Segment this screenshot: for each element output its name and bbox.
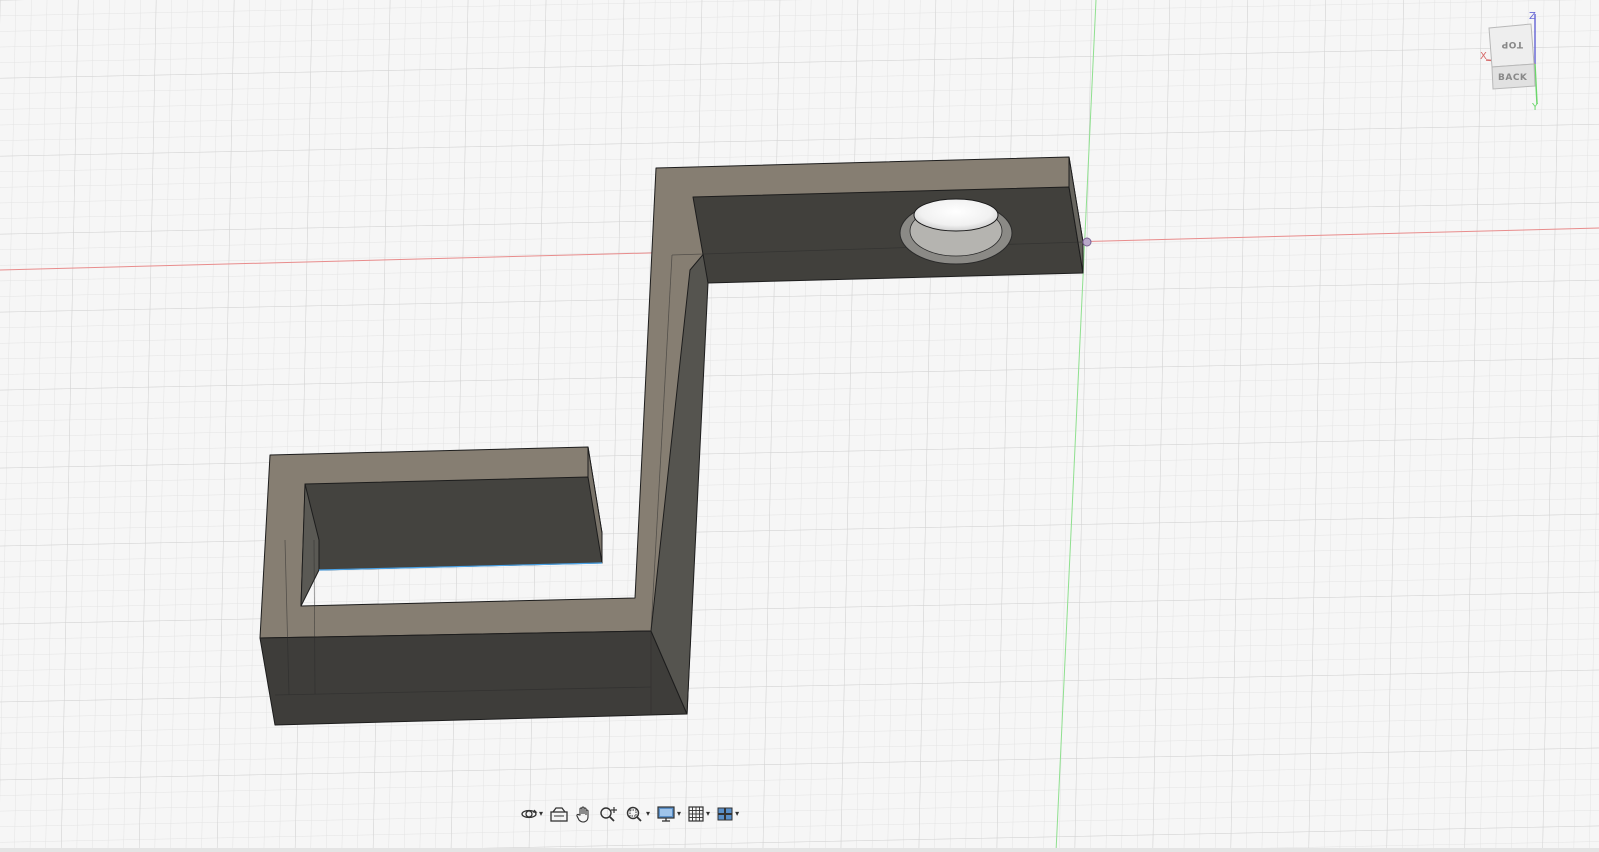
- orbit-icon: [521, 809, 538, 819]
- viewcube-top-label: TOP: [1501, 39, 1523, 49]
- grid-icon: [688, 806, 704, 822]
- bottom-status-strip: [0, 848, 1599, 852]
- origin-point[interactable]: [1082, 237, 1092, 247]
- viewcube[interactable]: Z X Y TOP BACK: [1480, 6, 1570, 110]
- zoom-window-icon: [626, 806, 642, 822]
- viewports-dropdown-caret[interactable]: ▾: [735, 810, 739, 818]
- look-at-button[interactable]: [547, 803, 571, 825]
- 3d-viewport-canvas[interactable]: [0, 0, 1599, 852]
- grid-snaps-button[interactable]: ▾: [685, 803, 712, 825]
- orbit-button[interactable]: ▾: [518, 803, 545, 825]
- viewports-button[interactable]: ▾: [714, 803, 741, 825]
- display-settings-dropdown-caret[interactable]: ▾: [677, 810, 681, 818]
- orbit-dropdown-caret[interactable]: ▾: [539, 810, 543, 818]
- zoom-window-button[interactable]: ▾: [623, 803, 652, 825]
- viewcube-y-label: Y: [1531, 102, 1539, 110]
- monitor-icon: [657, 806, 675, 822]
- hand-pan-icon: [576, 806, 589, 823]
- counterbore-hole[interactable]: [899, 198, 1013, 265]
- pan-button[interactable]: [573, 803, 595, 825]
- display-settings-button[interactable]: ▾: [654, 803, 683, 825]
- navigation-toolbar: ▾ ▾ ▾ ▾ ▾: [518, 802, 741, 826]
- viewcube-z-label: Z: [1529, 11, 1536, 22]
- zoom-window-dropdown-caret[interactable]: ▾: [646, 810, 650, 818]
- look-at-icon: [550, 807, 568, 822]
- model-left-pocket-wall: [304, 476, 603, 571]
- grid-major: [0, 0, 1599, 852]
- zoom-button[interactable]: [597, 803, 621, 825]
- viewcube-x-label: X: [1480, 51, 1487, 62]
- viewports-icon: [717, 807, 733, 821]
- grid-snaps-dropdown-caret[interactable]: ▾: [706, 810, 710, 818]
- model-upper-inner-wall: [692, 186, 1084, 284]
- viewcube-back-label: BACK: [1498, 73, 1528, 83]
- zoom-icon: [600, 807, 618, 822]
- model-outer-front-wall: [259, 630, 688, 726]
